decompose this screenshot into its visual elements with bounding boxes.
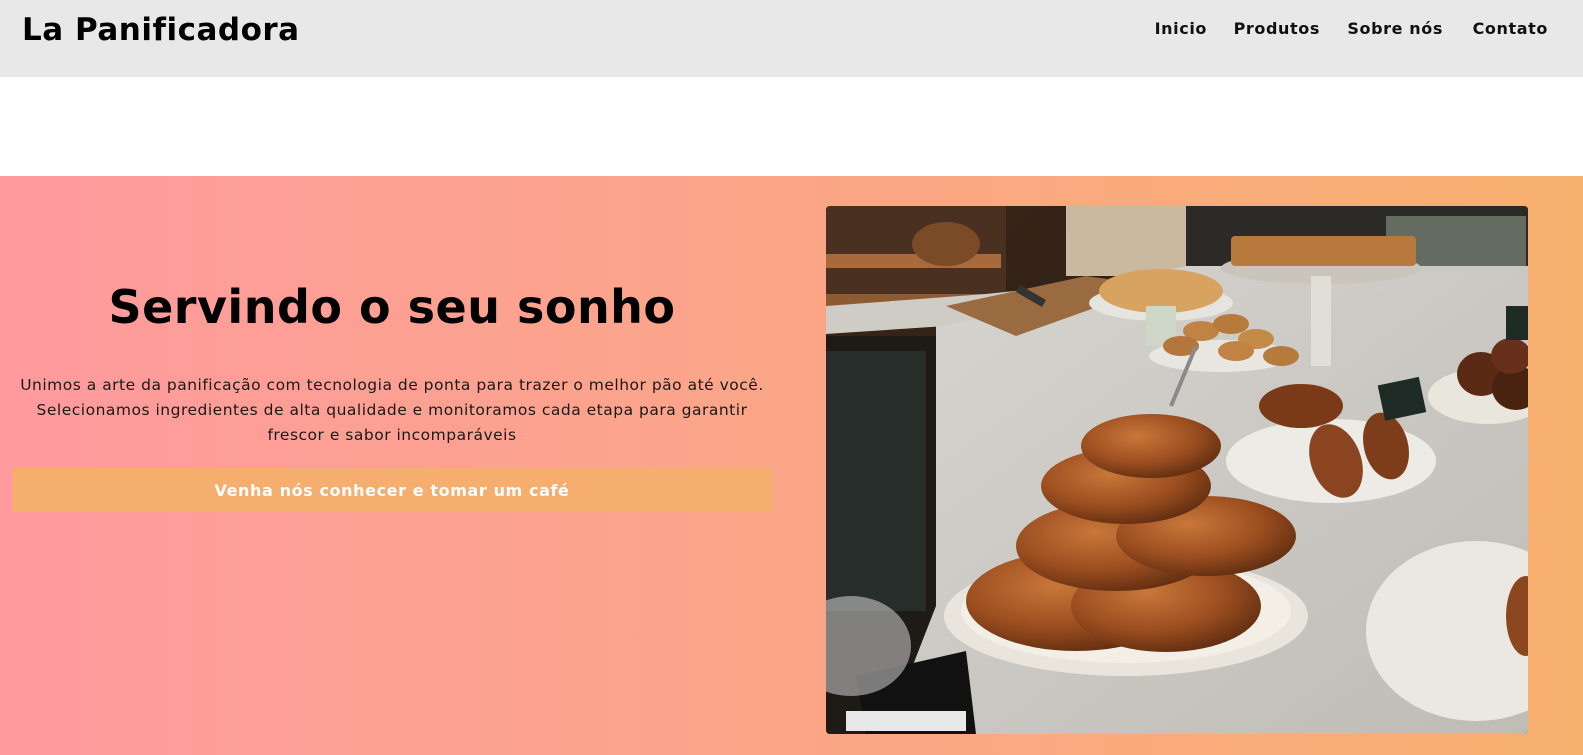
nav-link-produtos[interactable]: Produtos bbox=[1234, 19, 1320, 38]
nav-link-contato[interactable]: Contato bbox=[1473, 19, 1548, 38]
pastries-illustration bbox=[826, 206, 1528, 734]
nav-link-sobre[interactable]: Sobre nós bbox=[1347, 19, 1443, 38]
hero-section: Servindo o seu sonho Unimos a arte da pa… bbox=[0, 176, 1583, 755]
pastries-photo bbox=[826, 206, 1528, 734]
nav-link-inicio[interactable]: Inicio bbox=[1155, 19, 1207, 38]
hero-description: Unimos a arte da panificação com tecnolo… bbox=[20, 376, 764, 444]
visit-cta-button[interactable]: Venha nós conhecer e tomar um café bbox=[12, 468, 772, 512]
navbar: La Panificadora Inicio Produtos Sobre nó… bbox=[0, 0, 1583, 77]
brand-logo[interactable]: La Panificadora bbox=[22, 12, 300, 48]
hero-title: Servindo o seu sonho bbox=[108, 280, 676, 334]
